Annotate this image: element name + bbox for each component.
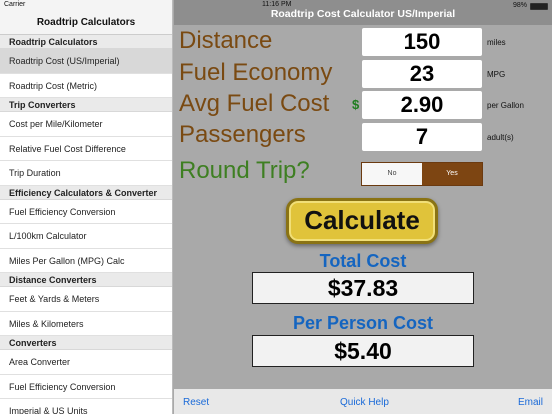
section-header-efficiency: Efficiency Calculators & Converter	[0, 185, 172, 200]
sidebar-item-mpg-calc[interactable]: Miles Per Gallon (MPG) Calc	[0, 248, 172, 273]
round-trip-label: Round Trip?	[179, 157, 310, 184]
carrier-label: Carrier	[4, 1, 26, 8]
sidebar-item-roadtrip-cost-metric[interactable]: Roadtrip Cost (Metric)	[0, 73, 172, 98]
email-button[interactable]: Email	[518, 397, 543, 408]
per-person-cost-value: $5.40	[252, 335, 474, 367]
fuel-cost-label: Avg Fuel Cost	[179, 90, 330, 117]
sidebar-item-relative-fuel-cost[interactable]: Relative Fuel Cost Difference	[0, 136, 172, 161]
clock: 11:16 PM	[262, 1, 292, 8]
reset-button[interactable]: Reset	[183, 397, 209, 408]
fuel-cost-input[interactable]: 2.90	[362, 91, 482, 119]
fuel-economy-unit: MPG	[487, 70, 506, 79]
passengers-label: Passengers	[179, 121, 306, 148]
battery-indicator: 98%	[513, 1, 548, 11]
quick-help-button[interactable]: Quick Help	[340, 397, 389, 408]
section-header-roadtrip-calculators: Roadtrip Calculators	[0, 35, 172, 49]
round-trip-segmented-control: No Yes	[361, 162, 483, 186]
bottom-toolbar: Reset Quick Help Email	[174, 389, 552, 414]
sidebar-item-l100km-calculator[interactable]: L/100km Calculator	[0, 224, 172, 249]
distance-input[interactable]: 150	[362, 28, 482, 56]
round-trip-yes-option[interactable]: Yes	[422, 163, 482, 185]
section-header-distance-converters: Distance Converters	[0, 273, 172, 287]
battery-icon	[530, 2, 548, 10]
sidebar-item-area-converter[interactable]: Area Converter	[0, 350, 172, 375]
sidebar-item-fuel-efficiency-conversion[interactable]: Fuel Efficiency Conversion	[0, 199, 172, 224]
battery-percent: 98%	[512, 2, 527, 9]
status-bar: Carrier 11:16 PM 98%	[0, 0, 552, 10]
main-panel: Roadtrip Cost Calculator US/Imperial Dis…	[174, 0, 552, 414]
section-header-trip-converters: Trip Converters	[0, 98, 172, 112]
sidebar: Roadtrip Calculators Roadtrip Calculator…	[0, 0, 173, 414]
fuel-cost-unit: per Gallon	[487, 101, 524, 110]
currency-symbol: $	[352, 97, 360, 112]
total-cost-value: $37.83	[252, 272, 474, 304]
fuel-economy-label: Fuel Economy	[179, 59, 333, 86]
sidebar-item-feet-yards-meters[interactable]: Feet & Yards & Meters	[0, 287, 172, 312]
sidebar-item-miles-kilometers[interactable]: Miles & Kilometers	[0, 311, 172, 336]
fuel-cost-row: Avg Fuel Cost $ 2.90 per Gallon	[174, 90, 552, 120]
distance-unit: miles	[487, 38, 506, 47]
sidebar-item-imperial-us-units[interactable]: Imperial & US Units	[0, 399, 172, 414]
passengers-unit: adult(s)	[487, 133, 514, 142]
distance-row: Distance 150 miles	[174, 27, 552, 57]
passengers-input[interactable]: 7	[362, 123, 482, 151]
sidebar-item-trip-duration[interactable]: Trip Duration	[0, 161, 172, 186]
distance-label: Distance	[179, 27, 273, 54]
sidebar-item-cost-per-mile[interactable]: Cost per Mile/Kilometer	[0, 112, 172, 137]
round-trip-no-option[interactable]: No	[362, 163, 422, 185]
section-header-converters: Converters	[0, 336, 172, 350]
sidebar-list: Roadtrip Calculators Roadtrip Cost (US/I…	[0, 35, 172, 414]
calculate-button[interactable]: Calculate	[286, 198, 438, 244]
passengers-row: Passengers 7 adult(s)	[174, 121, 552, 151]
sidebar-item-roadtrip-cost-us[interactable]: Roadtrip Cost (US/Imperial)	[0, 49, 172, 74]
total-cost-label: Total Cost	[319, 251, 407, 271]
fuel-economy-input[interactable]: 23	[362, 60, 482, 88]
fuel-economy-row: Fuel Economy 23 MPG	[174, 59, 552, 89]
per-person-cost-label: Per Person Cost	[292, 313, 434, 333]
sidebar-item-fuel-efficiency-conversion-2[interactable]: Fuel Efficiency Conversion	[0, 374, 172, 399]
